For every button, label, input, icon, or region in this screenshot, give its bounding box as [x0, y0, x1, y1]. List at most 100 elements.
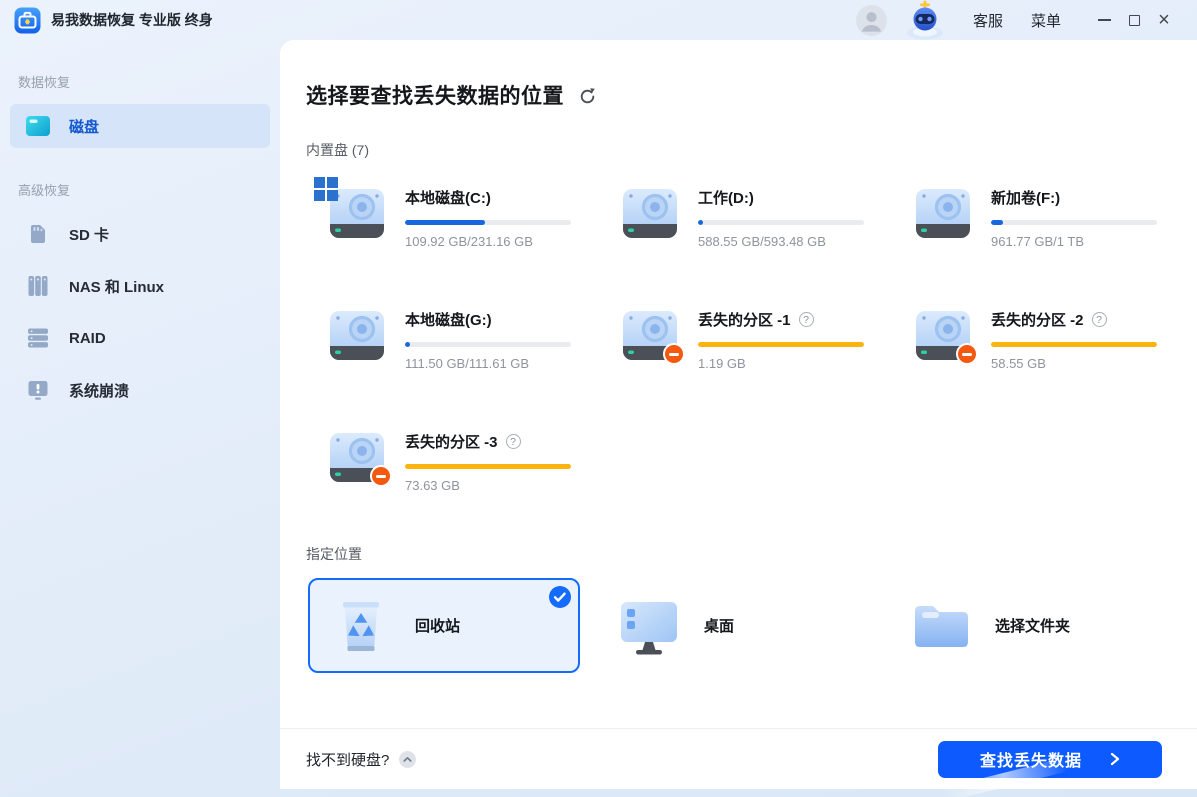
- refresh-icon[interactable]: [578, 87, 597, 106]
- drive-info: 丢失的分区 -373.63 GB: [405, 430, 571, 493]
- titlebar: 易我数据恢复 专业版 终身 客服 菜单: [0, 0, 1197, 40]
- drive-tile[interactable]: 本地磁盘(C:) 109.92 GB/231.16 GB: [325, 186, 618, 258]
- main-content: 选择要查找丢失数据的位置 内置盘 (7) 本地磁盘(C:)109.92 GB/2…: [280, 40, 1197, 673]
- windows-logo-icon: [314, 177, 338, 201]
- capacity-bar-fill: [405, 464, 571, 469]
- sidebar-item-raid[interactable]: RAID: [10, 316, 270, 360]
- customer-service-link[interactable]: 客服: [973, 10, 1003, 31]
- lost-partition-badge-icon: [956, 343, 978, 365]
- drive-tile[interactable]: 丢失的分区 -11.19 GB: [618, 308, 911, 380]
- hard-drive-icon: [618, 308, 682, 366]
- disk-icon: [24, 114, 52, 138]
- sidebar-item-label: SD 卡: [69, 224, 109, 245]
- drive-tile[interactable]: 工作(D:) 588.55 GB/593.48 GB: [618, 186, 911, 258]
- page-title: 选择要查找丢失数据的位置: [306, 80, 564, 110]
- hard-drive-icon: [325, 308, 389, 366]
- capacity-bar: [991, 220, 1157, 225]
- location-choose-folder[interactable]: 选择文件夹: [894, 599, 1167, 653]
- drives-grid: 本地磁盘(C:) 109.92 GB/231.16 GB 工作(D:) 588.55 …: [306, 186, 1167, 502]
- page-title-row: 选择要查找丢失数据的位置: [306, 40, 1167, 110]
- assistant-mascot-icon[interactable]: [903, 0, 947, 40]
- drive-capacity: 111.50 GB/111.61 GB: [405, 356, 571, 371]
- app-title: 易我数据恢复 专业版 终身: [51, 10, 213, 30]
- capacity-bar: [405, 464, 571, 469]
- drive-tile[interactable]: 新加卷(F:)961.77 GB/1 TB: [911, 186, 1167, 258]
- capacity-bar-fill: [991, 342, 1157, 347]
- capacity-bar-fill: [405, 220, 485, 225]
- drive-name-text: 丢失的分区 -3: [405, 431, 498, 452]
- sidebar-section-label: 高级恢复: [18, 180, 280, 199]
- capacity-bar: [405, 342, 571, 347]
- drive-name-text: 本地磁盘(C:): [405, 187, 491, 208]
- drive-name-row: 丢失的分区 -3: [405, 432, 571, 451]
- arrow-right-icon: [1110, 752, 1120, 766]
- nas-linux-icon: [24, 274, 52, 298]
- system-crash-icon: [24, 378, 52, 402]
- drive-name-text: 本地磁盘(G:): [405, 309, 492, 330]
- capacity-bar: [405, 220, 571, 225]
- capacity-bar: [698, 342, 864, 347]
- locations-label: 指定位置: [306, 544, 1167, 564]
- folder-icon: [911, 599, 971, 653]
- sd-card-icon: [24, 222, 52, 246]
- sidebar-item-system-crash[interactable]: 系统崩溃: [10, 368, 270, 412]
- sidebar-item-sd-card[interactable]: SD 卡: [10, 212, 270, 256]
- sidebar-item-label: NAS 和 Linux: [69, 276, 164, 297]
- menu-link[interactable]: 菜单: [1031, 10, 1061, 31]
- sidebar: 数据恢复磁盘高级恢复SD 卡NAS 和 LinuxRAID系统崩溃: [0, 40, 280, 797]
- sidebar-item-label: 磁盘: [69, 116, 99, 137]
- titlebar-right: 客服 菜单: [856, 0, 1181, 40]
- scan-button[interactable]: 查找丢失数据: [938, 741, 1162, 778]
- main-panel: 选择要查找丢失数据的位置 内置盘 (7) 本地磁盘(C:)109.92 GB/2…: [280, 40, 1197, 789]
- help-icon[interactable]: [799, 312, 814, 327]
- lost-partition-badge-icon: [370, 465, 392, 487]
- minimize-button[interactable]: [1089, 6, 1119, 34]
- capacity-bar-fill: [698, 220, 703, 225]
- drive-info: 工作(D:) 588.55 GB/593.48 GB: [698, 186, 864, 249]
- drive-capacity: 58.55 GB: [991, 356, 1157, 371]
- sidebar-item-disk[interactable]: 磁盘: [10, 104, 270, 148]
- sidebar-item-label: RAID: [69, 330, 106, 347]
- user-avatar[interactable]: [856, 5, 887, 36]
- drive-name-row: 丢失的分区 -2: [991, 310, 1157, 329]
- drive-tile[interactable]: 丢失的分区 -373.63 GB: [325, 430, 618, 502]
- drive-info: 本地磁盘(G:) 111.50 GB/111.61 GB: [405, 308, 571, 371]
- hard-drive-icon: [618, 186, 682, 244]
- location-recycle-bin[interactable]: 回收站: [308, 578, 580, 673]
- drive-capacity: 588.55 GB/593.48 GB: [698, 234, 864, 249]
- drive-info: 丢失的分区 -11.19 GB: [698, 308, 864, 371]
- drive-name-text: 工作(D:): [698, 187, 754, 208]
- check-icon: [549, 586, 571, 608]
- capacity-bar-fill: [991, 220, 1003, 225]
- sidebar-item-nas-linux[interactable]: NAS 和 Linux: [10, 264, 270, 308]
- capacity-bar: [991, 342, 1157, 347]
- drive-name-row: 本地磁盘(G:): [405, 310, 571, 329]
- drive-info: 本地磁盘(C:) 109.92 GB/231.16 GB: [405, 186, 571, 249]
- footer: 找不到硬盘? 查找丢失数据: [280, 728, 1197, 789]
- capacity-bar-fill: [698, 342, 864, 347]
- sidebar-item-label: 系统崩溃: [69, 380, 129, 401]
- maximize-button[interactable]: [1119, 6, 1149, 34]
- close-button[interactable]: [1149, 6, 1179, 34]
- recycle-bin-icon: [332, 597, 390, 655]
- scan-button-label: 查找丢失数据: [980, 747, 1082, 771]
- drive-name-row: 本地磁盘(C:): [405, 188, 571, 207]
- drive-tile[interactable]: 丢失的分区 -2 58.55 GB: [911, 308, 1167, 380]
- hard-drive-icon: [911, 308, 975, 366]
- location-label: 选择文件夹: [995, 615, 1070, 636]
- drive-name-text: 新加卷(F:): [991, 187, 1060, 208]
- cant-find-disk[interactable]: 找不到硬盘?: [306, 749, 416, 770]
- drive-capacity: 109.92 GB/231.16 GB: [405, 234, 571, 249]
- help-icon[interactable]: [506, 434, 521, 449]
- drive-name-row: 丢失的分区 -1: [698, 310, 864, 329]
- location-desktop[interactable]: 桌面: [601, 597, 894, 655]
- drive-tile[interactable]: 本地磁盘(G:) 111.50 GB/111.61 GB: [325, 308, 618, 380]
- lost-partition-badge-icon: [663, 343, 685, 365]
- chevron-up-icon[interactable]: [399, 751, 416, 768]
- hard-drive-icon: [911, 186, 975, 244]
- drive-name-text: 丢失的分区 -2: [991, 309, 1084, 330]
- help-icon[interactable]: [1092, 312, 1107, 327]
- drive-name-row: 新加卷(F:): [991, 188, 1157, 207]
- raid-icon: [24, 326, 52, 350]
- hard-drive-icon: [325, 186, 389, 244]
